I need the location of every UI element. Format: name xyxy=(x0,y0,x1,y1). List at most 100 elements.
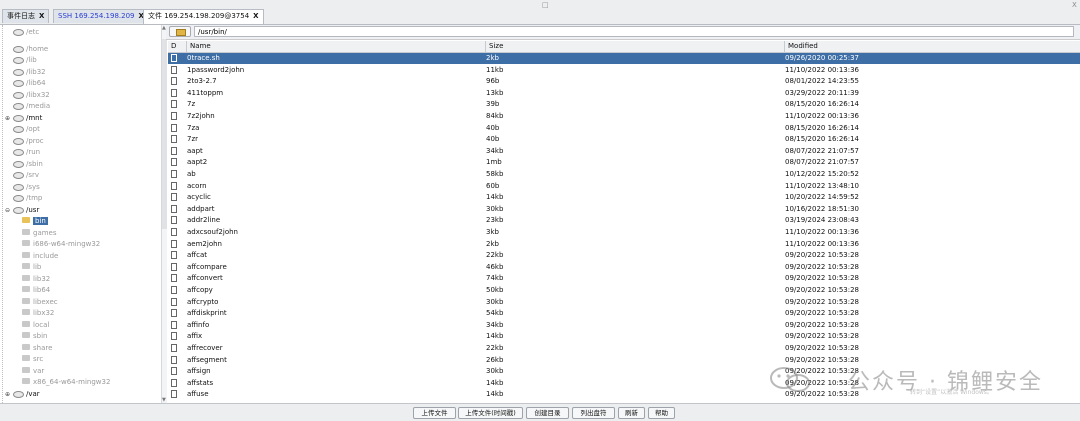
tree-node-etc[interactable]: /etc xyxy=(13,27,39,38)
file-size: 74kb xyxy=(486,274,504,283)
drive-icon xyxy=(13,183,24,191)
tree-node-opt[interactable]: /opt xyxy=(13,124,40,135)
tree-node-local[interactable]: local xyxy=(22,320,49,331)
upload-file-button[interactable]: 上传文件 xyxy=(413,407,456,419)
refresh-button[interactable]: 刷新 xyxy=(618,407,645,419)
tree-node-libx32[interactable]: /libx32 xyxy=(13,90,50,101)
tab-file[interactable]: 文件 169.254.198.209@3754 X xyxy=(143,9,264,24)
tree-node-lib64[interactable]: /lib64 xyxy=(13,78,46,89)
create-directory-button[interactable]: 创建目录 xyxy=(526,407,569,419)
tree-node-lib[interactable]: lib xyxy=(22,262,41,273)
tree-node-home[interactable]: /home xyxy=(13,44,48,55)
tree-node-tmp[interactable]: /tmp xyxy=(13,193,42,204)
table-row[interactable]: addpart 30kb 10/16/2022 18:51:30 xyxy=(168,204,1080,215)
tab-event-log[interactable]: 事件日志 X xyxy=(2,9,50,23)
table-row[interactable]: affsegment 26kb 09/20/2022 10:53:28 xyxy=(168,355,1080,366)
file-name: affconvert xyxy=(187,274,223,283)
table-row[interactable]: affcopy 50kb 09/20/2022 10:53:28 xyxy=(168,285,1080,296)
table-row[interactable]: 7z2john 84kb 11/10/2022 00:13:36 xyxy=(168,111,1080,122)
tree-node-libx32[interactable]: libx32 xyxy=(22,308,54,319)
file-icon xyxy=(171,112,177,120)
column-header-d[interactable]: D xyxy=(168,41,187,52)
tree-node-lib32[interactable]: /lib32 xyxy=(13,67,46,78)
table-row[interactable]: affix 14kb 09/20/2022 10:53:28 xyxy=(168,331,1080,342)
expand-icon[interactable]: ⊕ xyxy=(5,113,10,124)
tree-node-lib32[interactable]: lib32 xyxy=(22,274,50,285)
tree-node-srv[interactable]: /srv xyxy=(13,170,39,181)
collapse-icon[interactable]: ⊖ xyxy=(5,205,10,216)
list-drives-button[interactable]: 列出盘符 xyxy=(572,407,615,419)
column-header-modified[interactable]: Modified xyxy=(785,41,1080,52)
table-row[interactable]: affcat 22kb 09/20/2022 10:53:28 xyxy=(168,250,1080,261)
scrollbar-thumb[interactable] xyxy=(162,39,167,229)
file-size: 11kb xyxy=(486,65,504,74)
tree-node-libexec[interactable]: libexec xyxy=(22,297,58,308)
tab-ssh[interactable]: SSH 169.254.198.209 X xyxy=(53,9,149,23)
tree-node-usr[interactable]: ⊖/usr xyxy=(5,205,39,216)
file-modified: 08/01/2022 14:23:55 xyxy=(785,77,860,86)
table-row[interactable]: aem2john 2kb 11/10/2022 00:13:36 xyxy=(168,239,1080,250)
tree-node-proc[interactable]: /proc xyxy=(13,136,44,147)
table-row[interactable]: addr2line 23kb 03/19/2024 23:08:43 xyxy=(168,215,1080,226)
help-button[interactable]: 帮助 xyxy=(648,407,675,419)
table-row[interactable]: affdiskprint 54kb 09/20/2022 10:53:28 xyxy=(168,308,1080,319)
tree-node-lib[interactable]: /lib xyxy=(13,55,37,66)
table-row[interactable]: ab 58kb 10/12/2022 15:20:52 xyxy=(168,169,1080,180)
close-icon[interactable]: X xyxy=(1072,1,1077,9)
file-name: affsegment xyxy=(187,355,227,364)
table-row[interactable]: affcrypto 30kb 09/20/2022 10:53:28 xyxy=(168,297,1080,308)
table-row[interactable]: 7za 40b 08/15/2020 16:26:14 xyxy=(168,123,1080,134)
file-size: 13kb xyxy=(486,88,504,97)
tree-node-var[interactable]: var xyxy=(22,366,44,377)
tree-node-share[interactable]: share xyxy=(22,343,52,354)
column-header-size[interactable]: Size xyxy=(486,41,785,52)
table-row[interactable]: affstats 14kb 09/20/2022 10:53:28 xyxy=(168,378,1080,389)
expand-icon[interactable]: ⊕ xyxy=(5,389,10,400)
tree-node-mnt[interactable]: ⊕/mnt xyxy=(5,113,42,124)
tree-scrollbar[interactable]: ▲ ▼ xyxy=(161,25,167,403)
tree-node-x86_64-w64-mingw32[interactable]: x86_64-w64-mingw32 xyxy=(22,377,110,388)
table-row[interactable]: 7zr 40b 08/15/2020 16:26:14 xyxy=(168,134,1080,145)
tree-node-src[interactable]: src xyxy=(22,354,43,365)
tree-node-i686-w64-mingw32[interactable]: i686-w64-mingw32 xyxy=(22,239,100,250)
table-row[interactable]: affinfo 34kb 09/20/2022 10:53:28 xyxy=(168,320,1080,331)
upload-file-timestamp-button[interactable]: 上传文件(时间戳) xyxy=(458,407,523,419)
open-folder-button[interactable] xyxy=(169,26,191,37)
table-row[interactable]: affconvert 74kb 09/20/2022 10:53:28 xyxy=(168,273,1080,284)
table-row[interactable]: 1password2john 11kb 11/10/2022 00:13:36 xyxy=(168,65,1080,76)
tree-node-sys[interactable]: /sys xyxy=(13,182,40,193)
table-row[interactable]: affrecover 22kb 09/20/2022 10:53:28 xyxy=(168,343,1080,354)
directory-tree: /etc /home /lib /lib32 /lib64 /libx32 /m… xyxy=(0,25,163,403)
table-row[interactable]: affcompare 46kb 09/20/2022 10:53:28 xyxy=(168,262,1080,273)
path-input[interactable] xyxy=(194,26,1074,37)
file-name: affstats xyxy=(187,378,214,387)
table-row[interactable]: 7z 39b 08/15/2020 16:26:14 xyxy=(168,99,1080,110)
tree-node-bin[interactable]: bin xyxy=(22,216,48,227)
table-row[interactable]: acorn 60b 11/10/2022 13:48:10 xyxy=(168,181,1080,192)
table-row[interactable]: 0trace.sh 2kb 09/26/2020 00:25:37 xyxy=(168,53,1080,64)
table-row[interactable]: affsign 30kb 09/20/2022 10:53:28 xyxy=(168,366,1080,377)
file-size: 40b xyxy=(486,135,500,144)
tree-node-run[interactable]: /run xyxy=(13,147,40,158)
table-row[interactable]: aapt2 1mb 08/07/2022 21:07:57 xyxy=(168,157,1080,168)
file-modified: 09/20/2022 10:53:28 xyxy=(785,274,860,283)
table-row[interactable]: 411toppm 13kb 03/29/2022 20:11:39 xyxy=(168,88,1080,99)
tree-node-sbin[interactable]: /sbin xyxy=(13,159,43,170)
close-icon[interactable]: X xyxy=(253,12,258,20)
column-header-name[interactable]: Name xyxy=(187,41,486,52)
close-icon[interactable]: X xyxy=(39,12,44,20)
file-name: adxcsouf2john xyxy=(187,228,238,236)
restore-icon[interactable]: □ xyxy=(542,1,549,9)
table-row[interactable]: 2to3-2.7 96b 08/01/2022 14:23:55 xyxy=(168,76,1080,87)
table-row[interactable]: aapt 34kb 08/07/2022 21:07:57 xyxy=(168,146,1080,157)
tree-node-games[interactable]: games xyxy=(22,228,57,239)
tree-node-media[interactable]: /media xyxy=(13,101,50,112)
table-row[interactable]: adxcsouf2john 3kb 11/10/2022 00:13:36 xyxy=(168,227,1080,238)
tree-node-include[interactable]: include xyxy=(22,251,58,262)
file-name: 7z2john xyxy=(187,112,215,120)
tree-node-sbin[interactable]: sbin xyxy=(22,331,47,342)
table-row[interactable]: acyclic 14kb 10/20/2022 14:59:52 xyxy=(168,192,1080,203)
table-row[interactable]: affuse 14kb 09/20/2022 10:53:28 xyxy=(168,389,1080,400)
tree-node-var-root[interactable]: ⊕/var xyxy=(5,389,40,400)
tree-node-lib64[interactable]: lib64 xyxy=(22,285,50,296)
